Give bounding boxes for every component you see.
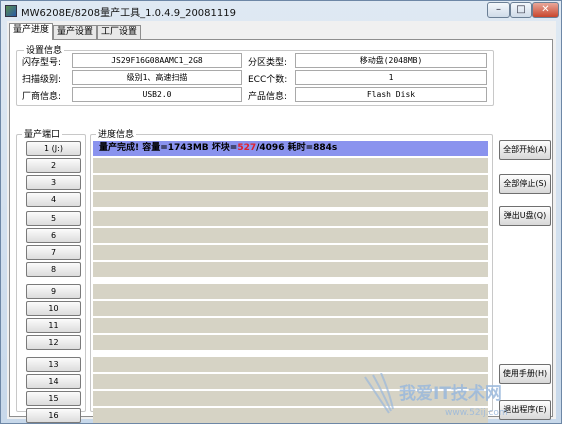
- progress-row-4: [93, 192, 488, 207]
- progress-row-1: 量产完成! 容量=1743MB 坏块=527/4096 耗时=884s: [93, 141, 488, 156]
- ecc-count-label: ECC个数:: [248, 75, 288, 85]
- progress-group-label: 进度信息: [96, 127, 137, 140]
- bad-block-count: 527: [237, 143, 257, 153]
- port-button-6[interactable]: 6: [26, 228, 81, 243]
- scan-level-field: 级别1、高速扫描: [72, 70, 242, 85]
- client-area: 量产进度 量产设置 工厂设置 设置信息 闪存型号: JS29F16G08AAMC…: [7, 21, 556, 423]
- progress-row-6: [93, 228, 488, 243]
- eject-usb-button[interactable]: 弹出U盘(Q): [499, 206, 551, 226]
- port-button-9[interactable]: 9: [26, 284, 81, 299]
- title-bar: MW6208E/8208量产工具_1.0.4.9_20081119 – □ ✕: [1, 1, 561, 21]
- product-info-label: 产品信息:: [248, 92, 288, 102]
- progress-row-16: [93, 408, 488, 423]
- port-button-8[interactable]: 8: [26, 262, 81, 277]
- progress-row-8: [93, 262, 488, 277]
- progress-row-10: [93, 301, 488, 316]
- tab-factory[interactable]: 工厂设置: [97, 25, 141, 39]
- app-icon: [5, 5, 17, 17]
- manual-button[interactable]: 使用手册(H): [499, 364, 551, 384]
- port-button-2[interactable]: 2: [26, 158, 81, 173]
- progress-row-12: [93, 335, 488, 350]
- ports-group-label: 量产端口: [22, 127, 63, 140]
- minimize-button[interactable]: –: [487, 2, 510, 18]
- progress-row-5: [93, 211, 488, 226]
- port-button-15[interactable]: 15: [26, 391, 81, 406]
- window-title: MW6208E/8208量产工具_1.0.4.9_20081119: [21, 8, 236, 19]
- progress-text: 量产完成! 容量=1743MB 坏块=: [99, 143, 238, 153]
- port-button-10[interactable]: 10: [26, 301, 81, 316]
- port-button-13[interactable]: 13: [26, 357, 81, 372]
- port-button-7[interactable]: 7: [26, 245, 81, 260]
- progress-row-9: [93, 284, 488, 299]
- port-button-5[interactable]: 5: [26, 211, 81, 226]
- ecc-count-field: 1: [295, 70, 487, 85]
- progress-row-15: [93, 391, 488, 406]
- tab-settings[interactable]: 量产设置: [53, 25, 97, 39]
- scan-level-label: 扫描级别:: [22, 75, 62, 85]
- start-all-button[interactable]: 全部开始(A): [499, 140, 551, 160]
- progress-row-11: [93, 318, 488, 333]
- vendor-info-field: USB2.0: [72, 87, 242, 102]
- exit-button[interactable]: 退出程序(E): [499, 400, 551, 420]
- progress-row-14: [93, 374, 488, 389]
- flash-model-field: JS29F16G08AAMC1_2G8: [72, 53, 242, 68]
- progress-text-suffix: /4096 耗时=884s: [256, 143, 338, 153]
- tab-progress[interactable]: 量产进度: [9, 23, 53, 40]
- partition-type-field: 移动盘(2048MB): [295, 53, 487, 68]
- port-button-4[interactable]: 4: [26, 192, 81, 207]
- progress-row-2: [93, 158, 488, 173]
- port-button-3[interactable]: 3: [26, 175, 81, 190]
- maximize-button[interactable]: □: [510, 2, 532, 18]
- partition-type-label: 分区类型:: [248, 58, 288, 68]
- port-button-11[interactable]: 11: [26, 318, 81, 333]
- close-button[interactable]: ✕: [532, 2, 559, 18]
- port-button-12[interactable]: 12: [26, 335, 81, 350]
- tab-panel: 设置信息 闪存型号: JS29F16G08AAMC1_2G8 分区类型: 移动盘…: [9, 39, 553, 423]
- app-window: MW6208E/8208量产工具_1.0.4.9_20081119 – □ ✕ …: [0, 0, 562, 424]
- flash-model-label: 闪存型号:: [22, 58, 62, 68]
- stop-all-button[interactable]: 全部停止(S): [499, 174, 551, 194]
- progress-row-7: [93, 245, 488, 260]
- port-button-14[interactable]: 14: [26, 374, 81, 389]
- progress-row-13: [93, 357, 488, 372]
- port-button-16[interactable]: 16: [26, 408, 81, 423]
- product-info-field: Flash Disk: [295, 87, 487, 102]
- port-button-1[interactable]: 1 (J:): [26, 141, 81, 156]
- progress-row-3: [93, 175, 488, 190]
- vendor-info-label: 厂商信息:: [22, 92, 62, 102]
